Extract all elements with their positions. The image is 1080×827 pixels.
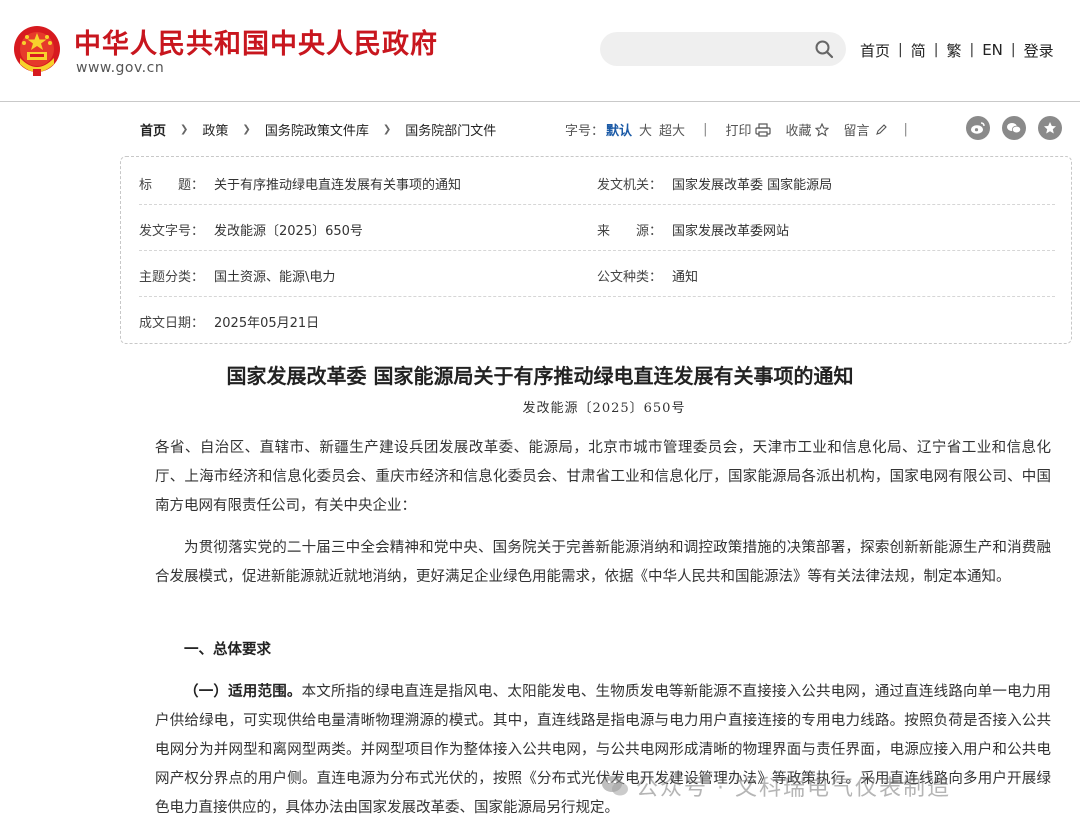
search-input[interactable] xyxy=(614,32,804,66)
intro-paragraph: 为贯彻落实党的二十届三中全会精神和党中央、国务院关于完善新能源消纳和调控政策措施… xyxy=(155,540,1051,585)
info-cell: 公文种类： 通知 xyxy=(597,266,698,285)
topic-label: 主题分类： xyxy=(139,270,205,285)
wechat-icon[interactable] xyxy=(1002,116,1026,140)
site-header: 中华人民共和国中央人民政府 www.gov.cn 首页 | 简 | 繁 | EN… xyxy=(0,0,1080,102)
tool-separator: | xyxy=(903,122,908,137)
docno-label: 发文字号： xyxy=(139,224,205,239)
star-icon xyxy=(815,122,830,137)
info-cell: 成文日期： 2025年05月21日 xyxy=(139,312,319,331)
article-tools: 字号： 默认 大 超大 | 打印 收藏 留言 | xyxy=(565,120,926,139)
breadcrumb-home[interactable]: 首页 xyxy=(140,120,166,139)
chevron-right-icon: ❯ xyxy=(382,124,392,135)
topic-value: 国土资源、能源\电力 xyxy=(214,270,336,285)
issuer-label: 发文机关： xyxy=(597,178,663,193)
info-cell: 标 题： 关于有序推动绿电直连发展有关事项的通知 xyxy=(139,174,461,193)
article-title: 国家发展改革委 国家能源局关于有序推动绿电直连发展有关事项的通知 xyxy=(226,364,854,388)
info-cell: 主题分类： 国土资源、能源\电力 xyxy=(139,266,335,285)
title-label: 标 题： xyxy=(139,178,205,193)
nav-simplified-link[interactable]: 简 xyxy=(911,40,926,61)
wechat-icon xyxy=(602,776,628,796)
type-value: 通知 xyxy=(672,270,699,285)
source-value: 国家发展改革委网站 xyxy=(672,224,790,239)
share-icons xyxy=(954,116,1062,140)
nav-separator: | xyxy=(969,42,975,58)
comment-label: 留言 xyxy=(843,124,870,139)
watermark: 公众号 · 文科瑞电气仪表制造 xyxy=(600,766,951,806)
breadcrumb-policy[interactable]: 政策 xyxy=(202,120,228,139)
info-row: 成文日期： 2025年05月21日 xyxy=(139,297,1055,343)
favorite-label: 收藏 xyxy=(785,124,812,139)
search-box xyxy=(600,32,846,66)
addressees-paragraph: 各省、自治区、直辖市、新疆生产建设兵团发展改革委、能源局，北京市城市管理委员会，… xyxy=(155,440,1051,514)
breadcrumb-policy-library[interactable]: 国务院政策文件库 xyxy=(265,120,369,139)
docno-value: 发改能源〔2025〕650号 xyxy=(214,224,363,239)
font-size-large[interactable]: 大 xyxy=(639,120,652,139)
type-label: 公文种类： xyxy=(597,270,663,285)
printer-icon xyxy=(755,122,772,137)
scope-subheading: （一）适用范围。 xyxy=(184,684,302,700)
info-cell: 发文字号： 发改能源〔2025〕650号 xyxy=(139,220,363,239)
title-value: 关于有序推动绿电直连发展有关事项的通知 xyxy=(214,178,462,193)
nav-separator: | xyxy=(898,42,903,58)
site-name[interactable]: 中华人民共和国中央人民政府 xyxy=(74,22,438,61)
breadcrumb-department-docs[interactable]: 国务院部门文件 xyxy=(405,120,496,139)
nav-separator: | xyxy=(933,42,939,58)
chevron-right-icon: ❯ xyxy=(242,124,251,135)
font-size-default[interactable]: 默认 xyxy=(606,120,632,139)
search-icon[interactable] xyxy=(814,39,834,59)
nav-home-link[interactable]: 首页 xyxy=(860,40,890,61)
info-row: 主题分类： 国土资源、能源\电力 公文种类： 通知 xyxy=(139,251,1055,297)
date-value: 2025年05月21日 xyxy=(214,316,320,331)
national-emblem-icon[interactable] xyxy=(12,24,62,78)
nav-login-link[interactable]: 登录 xyxy=(1024,40,1054,61)
weibo-icon[interactable] xyxy=(966,116,990,140)
info-row: 标 题： 关于有序推动绿电直连发展有关事项的通知 发文机关： 国家发展改革委 国家能… xyxy=(139,159,1055,205)
print-button[interactable]: 打印 xyxy=(725,120,772,139)
font-size-xlarge[interactable]: 超大 xyxy=(659,120,685,139)
nav-english-link[interactable]: EN xyxy=(982,41,1003,59)
pencil-icon xyxy=(875,123,887,135)
chevron-right-icon: ❯ xyxy=(180,124,189,135)
issuer-value: 国家发展改革委 国家能源局 xyxy=(672,178,833,193)
source-label: 来 源： xyxy=(597,224,663,239)
section-heading: 一、总体要求 xyxy=(184,642,271,658)
date-label: 成文日期： xyxy=(139,316,205,331)
article-docno: 发改能源〔2025〕650号 xyxy=(522,401,686,416)
nav-separator: | xyxy=(1010,42,1016,58)
site-url[interactable]: www.gov.cn xyxy=(76,60,164,76)
favorite-button[interactable]: 收藏 xyxy=(785,120,830,139)
info-cell: 来 源： 国家发展改革委网站 xyxy=(597,220,789,239)
watermark-text: 公众号 · 文科瑞电气仪表制造 xyxy=(636,776,951,801)
info-row: 发文字号： 发改能源〔2025〕650号 来 源： 国家发展改革委网站 xyxy=(139,205,1055,251)
tool-separator: | xyxy=(703,122,708,137)
document-info-table: 标 题： 关于有序推动绿电直连发展有关事项的通知 发文机关： 国家发展改革委 国家能… xyxy=(120,156,1072,344)
nav-traditional-link[interactable]: 繁 xyxy=(946,40,961,61)
font-size-label: 字号： xyxy=(565,124,605,139)
top-nav: 首页 | 简 | 繁 | EN | 登录 xyxy=(860,38,1054,62)
print-label: 打印 xyxy=(725,124,752,139)
breadcrumb: 首页 ❯ 政策 ❯ 国务院政策文件库 ❯ 国务院部门文件 xyxy=(140,120,496,139)
qzone-star-icon[interactable] xyxy=(1038,116,1062,140)
comment-button[interactable]: 留言 xyxy=(843,120,887,139)
info-cell: 发文机关： 国家发展改革委 国家能源局 xyxy=(597,174,832,193)
breadcrumb-toolbar: 首页 ❯ 政策 ❯ 国务院政策文件库 ❯ 国务院部门文件 字号： 默认 大 超大… xyxy=(140,116,1062,142)
